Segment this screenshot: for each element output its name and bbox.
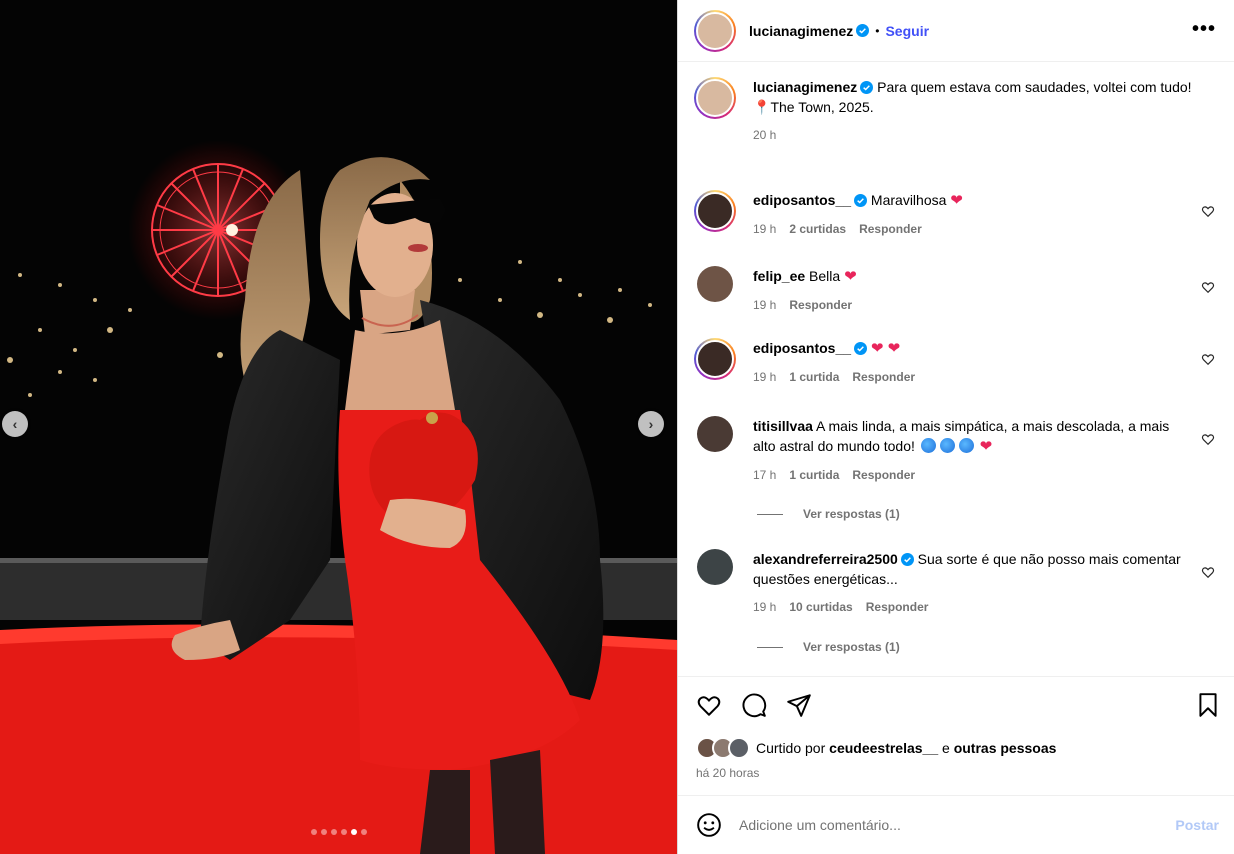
caption-text: Para quem estava com saudades, voltei co…: [877, 79, 1192, 95]
view-replies-button[interactable]: Ver respostas (1): [757, 507, 900, 521]
reply-button[interactable]: Responder: [789, 295, 852, 315]
comment-time: 19 h: [753, 222, 777, 236]
verified-badge-icon: [854, 342, 868, 355]
post-time-ago: há 20 horas: [696, 766, 760, 780]
comment-composer: Adicione um comentário... Postar: [678, 795, 1234, 854]
post-actions: Curtido por ceudeestrelas__ e outras pes…: [678, 676, 1234, 794]
photo-scene: [0, 0, 677, 854]
carousel-dot-active: [350, 829, 357, 835]
comment-input[interactable]: Adicione um comentário...: [739, 817, 1175, 833]
comment-likes[interactable]: 10 curtidas: [789, 597, 852, 617]
carousel-indicator: [0, 829, 677, 835]
carousel-next-button[interactable]: ›: [638, 411, 664, 437]
carousel-dot: [330, 829, 337, 835]
reply-button[interactable]: Responder: [852, 367, 915, 387]
comment-time: 19 h: [753, 600, 777, 614]
carousel-dot: [360, 829, 367, 835]
bookmark-icon[interactable]: [1195, 692, 1221, 718]
like-icon[interactable]: [696, 692, 722, 718]
location-pin-icon: 📍: [753, 99, 771, 115]
like-comment-icon[interactable]: [1201, 280, 1215, 294]
reply-button[interactable]: Responder: [859, 219, 922, 239]
globe-emoji-icon: [939, 438, 955, 453]
share-icon[interactable]: [786, 692, 812, 718]
likes-summary[interactable]: Curtido por ceudeestrelas__ e outras pes…: [696, 737, 1056, 759]
chevron-left-icon: ‹: [12, 416, 18, 432]
comment-text: Bella: [809, 268, 841, 284]
verified-badge-icon: [856, 24, 870, 37]
commenter-avatar[interactable]: [694, 338, 736, 380]
view-replies-label: Ver respostas (1): [803, 507, 900, 521]
comment-icon[interactable]: [741, 692, 767, 718]
comment-text: Maravilhosa: [870, 192, 947, 208]
comment-username[interactable]: ediposantos__: [753, 192, 851, 208]
author-avatar[interactable]: [694, 9, 736, 52]
commenter-avatar[interactable]: [697, 416, 733, 452]
view-replies-label: Ver respostas (1): [803, 640, 900, 654]
caption-location: The Town, 2025.: [770, 99, 874, 115]
post-photo[interactable]: ‹ ›: [0, 0, 677, 854]
chevron-right-icon: ›: [648, 416, 654, 432]
post-header: lucianagimenez • Seguir •••: [678, 0, 1234, 62]
like-comment-icon[interactable]: [1201, 204, 1215, 218]
like-comment-icon[interactable]: [1201, 565, 1215, 579]
heart-emoji: ❤ ❤: [870, 340, 901, 357]
more-options-icon[interactable]: •••: [1192, 18, 1216, 41]
post-comment-button[interactable]: Postar: [1175, 817, 1219, 833]
commenter-avatar[interactable]: [694, 190, 736, 232]
separator-dot: •: [875, 23, 880, 38]
caption-username[interactable]: lucianagimenez: [753, 79, 857, 95]
verified-badge-icon: [900, 553, 914, 566]
comment-username[interactable]: ediposantos__: [753, 340, 851, 356]
heart-emoji: ❤: [979, 438, 993, 455]
comment-time: 19 h: [753, 370, 777, 384]
emoji-icon[interactable]: [696, 812, 722, 838]
comment-time: 17 h: [753, 468, 777, 482]
reply-line: [757, 646, 783, 648]
comment-time: 19 h: [753, 298, 777, 312]
commenter-avatar[interactable]: [697, 549, 733, 585]
caption-time: 20 h: [753, 128, 777, 142]
carousel-dot: [320, 829, 327, 835]
liked-by-connector: e: [942, 740, 950, 756]
comment-item: ediposantos__ ❤ ❤ 19 h 1 curtida Respond…: [694, 338, 1219, 387]
comments-list[interactable]: lucianagimenez Para quem estava com saud…: [678, 63, 1234, 675]
follow-button[interactable]: Seguir: [885, 23, 929, 39]
post-details-panel: lucianagimenez • Seguir ••• lucianagimen…: [677, 0, 1234, 854]
heart-emoji: ❤: [844, 268, 857, 285]
liker-avatar: [728, 737, 750, 759]
verified-badge-icon: [860, 81, 874, 94]
liked-by-prefix: Curtido por: [756, 740, 826, 756]
carousel-prev-button[interactable]: ‹: [2, 411, 28, 437]
reply-line: [757, 513, 783, 515]
commenter-avatar[interactable]: [697, 266, 733, 302]
comment-item: titisillvaa A mais linda, a mais simpáti…: [694, 416, 1219, 485]
caption: lucianagimenez Para quem estava com saud…: [694, 77, 1219, 145]
comment-likes[interactable]: 1 curtida: [789, 367, 839, 387]
reply-button[interactable]: Responder: [852, 465, 915, 485]
carousel-dot: [340, 829, 347, 835]
author-avatar[interactable]: [694, 77, 736, 119]
author-username[interactable]: lucianagimenez: [749, 23, 853, 39]
comment-likes[interactable]: 2 curtidas: [789, 219, 846, 239]
comment-username[interactable]: felip_ee: [753, 268, 805, 284]
like-comment-icon[interactable]: [1201, 352, 1215, 366]
comment-item: ediposantos__ Maravilhosa ❤ 19 h 2 curti…: [694, 190, 1219, 239]
liked-by-others[interactable]: outras pessoas: [954, 740, 1057, 756]
comment-username[interactable]: alexandreferreira2500: [753, 551, 898, 567]
comment-likes[interactable]: 1 curtida: [789, 465, 839, 485]
liker-avatars: [696, 737, 750, 759]
globe-emoji-icon: [958, 438, 974, 453]
comment-item: felip_ee Bella ❤ 19 h Responder: [694, 266, 1219, 315]
heart-emoji: ❤: [950, 192, 963, 209]
verified-badge-icon: [854, 194, 868, 207]
reply-button[interactable]: Responder: [866, 597, 929, 617]
like-comment-icon[interactable]: [1201, 432, 1215, 446]
globe-emoji-icon: [920, 438, 936, 453]
view-replies-button[interactable]: Ver respostas (1): [757, 640, 900, 654]
comment-item: alexandreferreira2500 Sua sorte é que nã…: [694, 549, 1219, 617]
liked-by-user[interactable]: ceudeestrelas__: [829, 740, 938, 756]
comment-username[interactable]: titisillvaa: [753, 418, 813, 434]
carousel-dot: [310, 829, 317, 835]
